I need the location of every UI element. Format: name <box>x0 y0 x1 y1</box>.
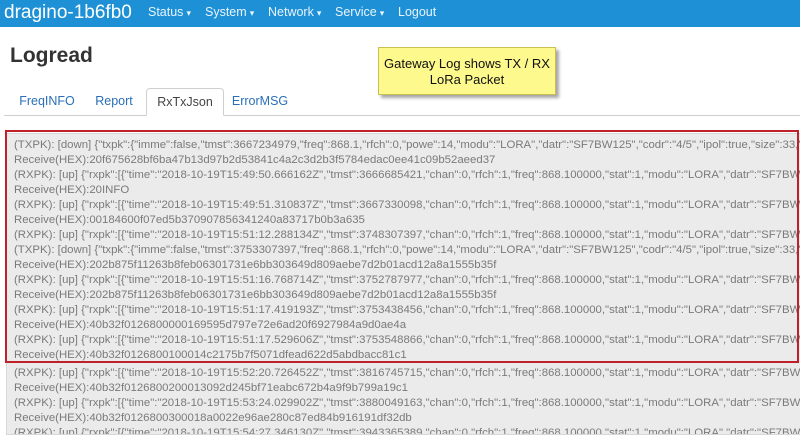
caret-down-icon: ▾ <box>316 8 322 18</box>
menu-service-label: Service <box>335 5 377 19</box>
log-line: Receive(HEX):40b32f0126800300018a0022e96… <box>14 412 412 424</box>
page-title: Logread <box>10 44 93 67</box>
menu-status-label: Status <box>148 5 184 19</box>
hostname-brand[interactable]: dragino-1b6fb0 <box>4 1 132 25</box>
log-line: (RXPK): [up] {"rxpk":[{"time":"2018-10-1… <box>14 367 800 379</box>
log-line: Receive(HEX):40b32f0126800200013092d245b… <box>14 382 408 394</box>
annotation-line-2: LoRa Packet <box>429 72 505 87</box>
menu-service[interactable]: Service ▾ <box>335 5 384 19</box>
top-navbar: dragino-1b6fb0 Status ▾ System ▾ Network ▾ … <box>0 0 800 27</box>
menu-system[interactable]: System ▾ <box>205 5 254 19</box>
menu-system-label: System <box>205 5 247 19</box>
menu-network-label: Network <box>268 5 314 19</box>
caret-down-icon: ▾ <box>379 8 385 18</box>
caret-down-icon: ▾ <box>249 8 255 18</box>
log-line: (RXPK): [up] {"rxpk":[{"time":"2018-10-1… <box>14 427 800 435</box>
caret-down-icon: ▾ <box>186 8 191 18</box>
highlight-box <box>5 130 799 363</box>
menu-logout[interactable]: Logout <box>398 5 436 19</box>
tab-rxtxjson[interactable]: RxTxJson <box>146 88 224 116</box>
tab-freqinfo[interactable]: FreqINFO <box>12 88 82 114</box>
tab-report[interactable]: Report <box>88 88 140 114</box>
tab-errormsg[interactable]: ErrorMSG <box>226 88 294 114</box>
log-line: (RXPK): [up] {"rxpk":[{"time":"2018-10-1… <box>14 397 800 409</box>
logread-tabs: FreqINFO Report RxTxJson ErrorMSG <box>4 88 800 116</box>
menu-network[interactable]: Network ▾ <box>268 5 321 19</box>
annotation-line-1: Gateway Log shows TX / RX <box>384 56 550 71</box>
menu-status[interactable]: Status ▾ <box>148 5 191 19</box>
menu-logout-label: Logout <box>398 5 437 19</box>
